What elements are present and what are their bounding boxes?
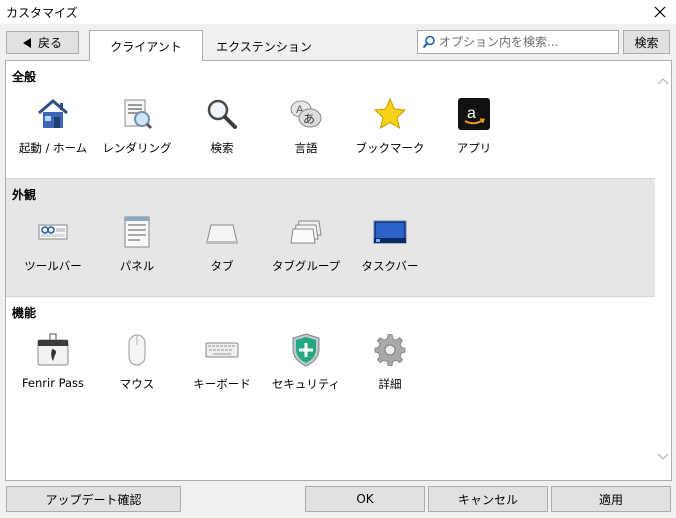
check-update-label: アップデート確認 — [45, 492, 142, 507]
search-icon — [422, 35, 435, 49]
title-bar: カスタマイズ — [0, 0, 676, 24]
item-tab-group[interactable]: タブグループ — [264, 215, 348, 274]
item-bookmark[interactable]: ブックマーク — [348, 97, 432, 156]
item-label: ブックマーク — [355, 141, 425, 155]
rendering-icon — [120, 97, 154, 131]
section-general: 全般 起動 / ホーム レンダリング 検索 A あ 言語 ブックマーク a アプ… — [6, 61, 656, 178]
item-label: タスクバー — [361, 259, 419, 273]
chevron-up-icon — [657, 78, 669, 85]
search-button[interactable]: 検索 — [623, 30, 670, 54]
taskbar-icon — [373, 215, 407, 249]
chevron-down-icon — [657, 453, 669, 460]
item-label: 言語 — [294, 141, 318, 155]
close-icon — [654, 6, 666, 18]
amazon-app-icon: a — [457, 97, 491, 131]
back-button-label: 戻る — [37, 36, 62, 50]
svg-text:あ: あ — [303, 112, 315, 126]
tab-group-icon — [289, 215, 323, 249]
item-label: アプリ — [456, 141, 492, 155]
item-label: 詳細 — [378, 377, 402, 391]
section-title-features: 機能 — [12, 306, 37, 320]
keyboard-icon — [205, 333, 239, 367]
star-icon — [373, 97, 407, 131]
item-label: セキュリティ — [271, 377, 341, 391]
cancel-label: キャンセル — [457, 492, 518, 507]
svg-text:a: a — [467, 105, 476, 122]
apply-button[interactable]: 適用 — [551, 486, 671, 512]
ok-label: OK — [356, 492, 374, 506]
mouse-icon — [120, 333, 154, 367]
vertical-scrollbar[interactable] — [655, 61, 671, 480]
tab-client[interactable]: クライアント — [89, 30, 203, 61]
close-button[interactable] — [644, 0, 676, 24]
item-language[interactable]: A あ 言語 — [264, 97, 348, 156]
gear-icon — [373, 333, 407, 367]
toolbar: 戻る クライアント エクステンション 検索 — [0, 24, 676, 61]
section-appearance: 外観 ツールバー パネル タブ タブグループ タスクバー — [6, 178, 656, 297]
section-features: 機能 Fenrir Pass マウス キーボード セキュリティ 詳細 — [6, 297, 656, 437]
item-label: 検索 — [210, 141, 234, 155]
item-label: マウス — [119, 377, 155, 391]
item-security[interactable]: セキュリティ — [264, 333, 348, 392]
toolbar-icon — [36, 215, 70, 249]
tab-extension[interactable]: エクステンション — [204, 34, 324, 58]
item-mouse[interactable]: マウス — [95, 333, 179, 392]
magnifier-icon — [205, 97, 239, 131]
tab-icon — [205, 215, 239, 249]
item-startup-home[interactable]: 起動 / ホーム — [11, 97, 95, 156]
item-label: タブグループ — [271, 259, 341, 273]
item-advanced[interactable]: 詳細 — [348, 333, 432, 392]
item-tab[interactable]: タブ — [180, 215, 264, 274]
back-button[interactable]: 戻る — [6, 31, 79, 54]
item-label: パネル — [119, 259, 155, 273]
item-taskbar[interactable]: タスクバー — [348, 215, 432, 274]
fenrir-pass-icon — [36, 333, 70, 367]
item-label: タブ — [210, 259, 234, 273]
item-app[interactable]: a アプリ — [432, 97, 516, 156]
item-keyboard[interactable]: キーボード — [180, 333, 264, 392]
footer: アップデート確認 OK キャンセル 適用 — [0, 481, 676, 518]
scroll-up-button[interactable] — [657, 75, 669, 87]
back-arrow-icon — [22, 37, 31, 48]
search-input[interactable] — [439, 35, 615, 49]
window-title: カスタマイズ — [6, 6, 78, 20]
section-title-general: 全般 — [12, 70, 37, 84]
security-shield-icon — [289, 333, 323, 367]
item-label: ツールバー — [24, 259, 82, 273]
item-search[interactable]: 検索 — [180, 97, 264, 156]
check-update-button[interactable]: アップデート確認 — [6, 486, 181, 512]
scroll-down-button[interactable] — [657, 451, 669, 463]
item-label: レンダリング — [102, 141, 172, 155]
tab-client-label: クライアント — [110, 39, 182, 54]
language-icon: A あ — [289, 97, 323, 131]
item-fenrir-pass[interactable]: Fenrir Pass — [11, 333, 95, 390]
panel-icon — [120, 215, 154, 249]
item-toolbar[interactable]: ツールバー — [11, 215, 95, 274]
tab-extension-label: エクステンション — [216, 39, 312, 54]
cancel-button[interactable]: キャンセル — [428, 486, 548, 512]
item-panel[interactable]: パネル — [95, 215, 179, 274]
item-label: キーボード — [193, 377, 251, 391]
ok-button[interactable]: OK — [305, 486, 425, 512]
search-box — [417, 30, 619, 54]
search-button-label: 検索 — [634, 35, 659, 50]
apply-label: 適用 — [598, 492, 623, 507]
item-label: Fenrir Pass — [21, 376, 85, 390]
section-title-appearance: 外観 — [12, 188, 37, 202]
item-rendering[interactable]: レンダリング — [95, 97, 179, 156]
options-panel: 全般 起動 / ホーム レンダリング 検索 A あ 言語 ブックマーク a アプ… — [5, 60, 672, 481]
item-label: 起動 / ホーム — [18, 141, 88, 155]
home-icon — [36, 97, 70, 131]
